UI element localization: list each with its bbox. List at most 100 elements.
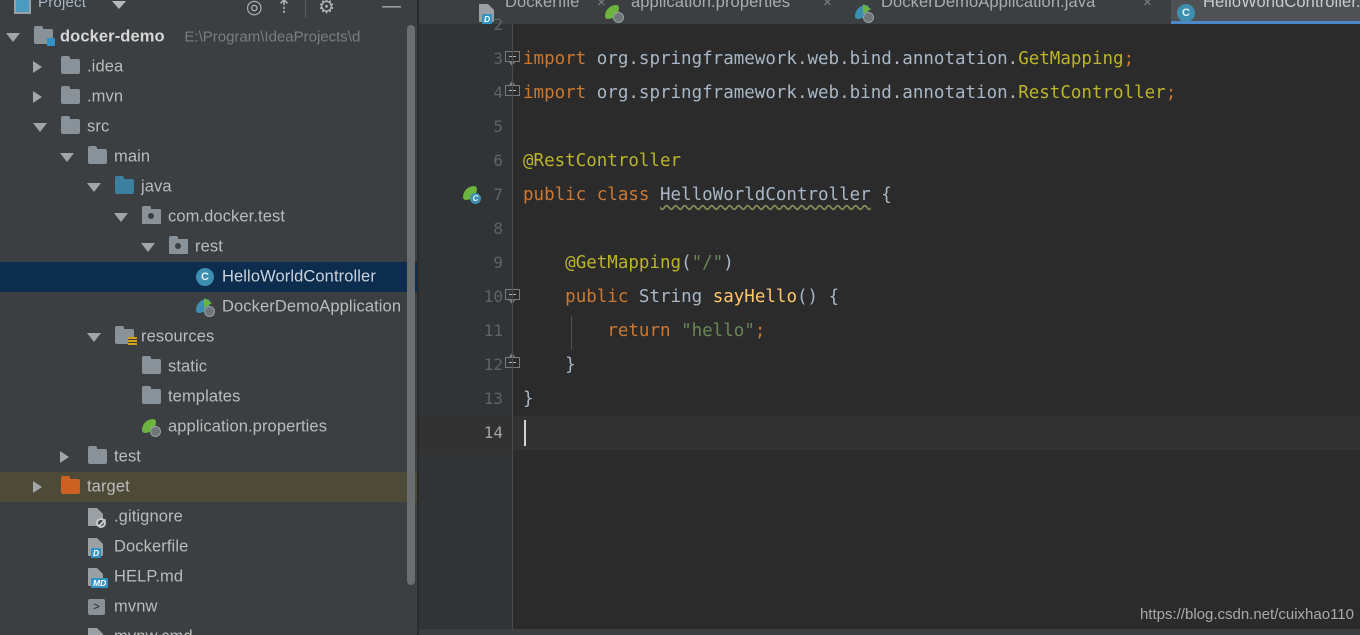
code-token: ;: [754, 321, 766, 341]
tree-row[interactable]: test: [0, 442, 418, 472]
tree-row[interactable]: com.docker.test: [0, 202, 418, 232]
tree-row[interactable]: .idea: [0, 52, 418, 82]
code-line[interactable]: @GetMapping("/"): [523, 246, 734, 280]
code-token: @RestController: [523, 151, 682, 171]
project-tree[interactable]: docker-demo E:\Program\IdeaProjects\d .ide…: [0, 22, 418, 635]
project-window-icon: [14, 0, 31, 14]
editor-gutter[interactable]: 2 3 4 5 6 7 8 9 10 11 12 13 14 C: [419, 15, 520, 635]
package-icon: [169, 232, 191, 262]
code-line[interactable]: @RestController: [523, 144, 681, 178]
tree-row[interactable]: templates: [0, 382, 418, 412]
caret-line-highlight: [513, 416, 1360, 450]
expand-arrow-icon[interactable]: [33, 91, 42, 103]
expand-arrow-icon[interactable]: [33, 61, 42, 73]
module-folder-icon: [34, 22, 56, 52]
collapse-arrow-icon[interactable]: [33, 123, 47, 132]
tree-row-label: application.properties: [168, 417, 328, 436]
code-token: RestController: [1018, 83, 1166, 103]
line-number: 6: [493, 151, 503, 170]
code-line[interactable]: import org.springframework.web.bind.anno…: [523, 76, 1176, 110]
collapse-arrow-icon[interactable]: [87, 183, 101, 192]
tree-row[interactable]: mvnw.cmd: [0, 622, 418, 635]
code-token: ): [723, 253, 734, 273]
tree-row-label: com.docker.test: [168, 207, 286, 226]
line-number: 14: [483, 423, 503, 442]
code-token: String: [638, 287, 713, 307]
project-tool-window: Project ◎ ⇡ ⚙ — docker-demo E:\Program\Id…: [0, 0, 418, 635]
collapse-all-icon[interactable]: ⇡: [276, 0, 292, 19]
tree-row[interactable]: D Dockerfile: [0, 532, 418, 562]
code-line[interactable]: import org.springframework.web.bind.anno…: [523, 42, 1134, 76]
tree-row[interactable]: static: [0, 352, 418, 382]
close-icon[interactable]: ×: [1143, 0, 1152, 11]
folder-icon: [142, 382, 164, 412]
tree-row[interactable]: .mvn: [0, 82, 418, 112]
collapse-arrow-icon[interactable]: [60, 153, 74, 162]
close-icon[interactable]: ×: [823, 0, 832, 11]
project-tree-scrollbar[interactable]: [407, 25, 415, 585]
tree-row-label: Dockerfile: [114, 537, 189, 556]
expand-arrow-icon[interactable]: [60, 451, 69, 463]
collapse-arrow-icon[interactable]: [6, 33, 20, 42]
editor-tab[interactable]: application.properties ×: [599, 0, 847, 24]
project-panel-header: Project ◎ ⇡ ⚙ —: [0, 0, 418, 22]
line-number: 3: [493, 49, 503, 68]
tree-row[interactable]: docker-demo E:\Program\IdeaProjects\d: [0, 22, 418, 52]
tree-row[interactable]: DockerDemoApplication: [0, 292, 418, 322]
settings-gear-icon[interactable]: ⚙: [318, 0, 335, 19]
tree-row[interactable]: target: [0, 472, 418, 502]
code-token: @GetMapping: [565, 253, 682, 273]
code-token: (: [681, 253, 692, 273]
tree-row[interactable]: rest: [0, 232, 418, 262]
expand-arrow-icon[interactable]: [33, 481, 42, 493]
editor-tab-label: HelloWorldController.java: [1203, 0, 1360, 11]
code-token: () {: [796, 287, 840, 307]
watermark-text: https://blog.csdn.net/cuixhao110: [1139, 606, 1354, 623]
tree-row-label: mvnw.cmd: [114, 628, 193, 635]
locate-icon[interactable]: ◎: [246, 0, 263, 19]
collapse-arrow-icon[interactable]: [87, 333, 101, 342]
tree-row[interactable]: C HelloWorldController: [0, 262, 418, 292]
code-editor[interactable]: import org.springframework.web.bind.anno…: [513, 24, 1360, 635]
code-line[interactable]: public String sayHello() {: [523, 280, 839, 314]
code-token: import: [523, 49, 597, 69]
resources-badge: [128, 337, 137, 346]
chevron-down-icon[interactable]: [112, 1, 126, 9]
tree-row[interactable]: java: [0, 172, 418, 202]
project-panel-title: Project: [38, 0, 87, 11]
tree-row[interactable]: > mvnw: [0, 592, 418, 622]
tree-row[interactable]: application.properties: [0, 412, 418, 442]
tree-row[interactable]: resources: [0, 322, 418, 352]
tree-row[interactable]: .gitignore: [0, 502, 418, 532]
spring-run-class-icon[interactable]: C: [463, 186, 481, 204]
code-token: public: [565, 287, 639, 307]
code-line[interactable]: }: [523, 382, 534, 416]
tree-row-label: .gitignore: [114, 507, 183, 526]
line-number: 12: [483, 355, 503, 374]
collapse-arrow-icon[interactable]: [114, 213, 128, 222]
hide-window-icon[interactable]: —: [382, 0, 401, 18]
code-line[interactable]: }: [523, 348, 576, 382]
tree-row[interactable]: src: [0, 112, 418, 142]
tree-row-label: DockerDemoApplication: [222, 297, 402, 316]
tree-row-label: .idea: [87, 57, 124, 76]
spring-properties-icon: [605, 4, 627, 23]
line-number: 11: [483, 321, 503, 340]
source-folder-icon: [115, 172, 137, 202]
code-token: org.springframework.web.bind.annotation.: [596, 83, 1019, 103]
tree-row[interactable]: main: [0, 142, 418, 172]
editor-tab[interactable]: C HelloWorldController.java: [1171, 0, 1360, 24]
line-number: 5: [493, 117, 503, 136]
collapse-arrow-icon[interactable]: [141, 243, 155, 252]
code-token: ;: [1165, 83, 1177, 103]
editor-tab[interactable]: DockerDemoApplication.java ×: [849, 0, 1167, 24]
code-line[interactable]: return "hello";: [523, 314, 765, 348]
code-line[interactable]: public class HelloWorldController {: [523, 178, 892, 212]
tree-row-label: templates: [168, 387, 241, 406]
code-token: "hello": [681, 321, 755, 341]
tree-row[interactable]: MD HELP.md: [0, 562, 418, 592]
editor-area: D Dockerfile × application.properties × Docke…: [419, 0, 1360, 635]
code-token: public: [523, 185, 597, 205]
